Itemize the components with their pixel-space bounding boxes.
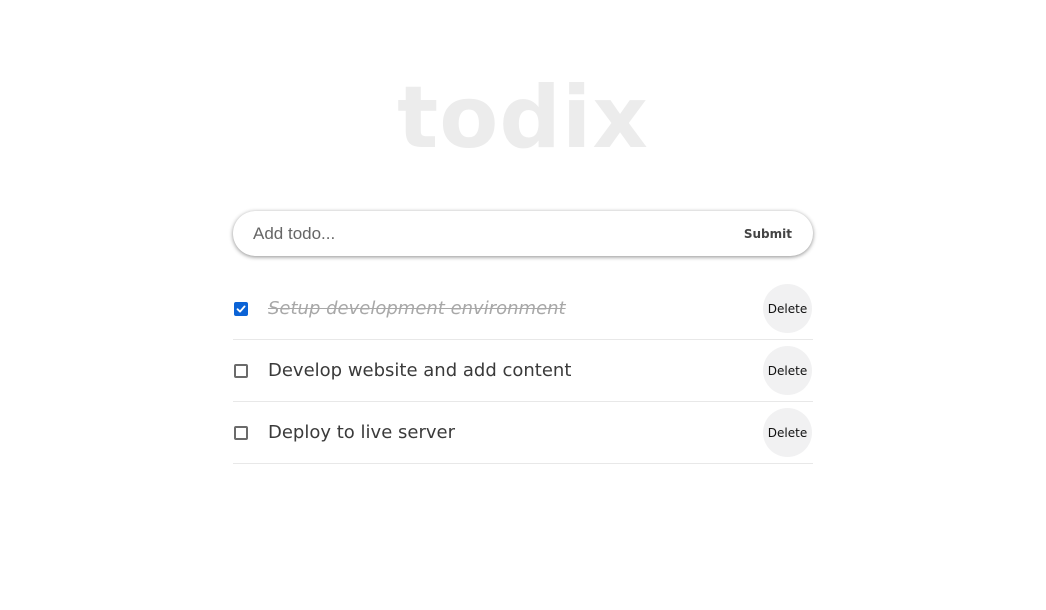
add-todo-form: Submit xyxy=(233,211,813,256)
todo-text: Setup development environment xyxy=(268,298,566,319)
todo-text: Deploy to live server xyxy=(268,422,455,443)
add-todo-input[interactable] xyxy=(233,211,732,256)
todo-item: Setup development environment Delete xyxy=(233,278,813,340)
todo-text: Develop website and add content xyxy=(268,360,572,381)
todo-app: todix Submit Setup development environme… xyxy=(0,0,1046,610)
delete-button[interactable]: Delete xyxy=(763,408,812,457)
todo-item: Develop website and add content Delete xyxy=(233,340,813,402)
delete-button[interactable]: Delete xyxy=(763,346,812,395)
todo-list: Setup development environment Delete Dev… xyxy=(233,278,813,464)
todo-item: Deploy to live server Delete xyxy=(233,402,813,464)
submit-button[interactable]: Submit xyxy=(732,211,813,256)
todo-checkbox[interactable] xyxy=(234,363,248,378)
todo-checkbox[interactable] xyxy=(234,425,248,440)
todo-checkbox[interactable] xyxy=(234,301,248,316)
check-icon xyxy=(236,305,246,312)
app-logo: todix xyxy=(397,68,649,168)
delete-button[interactable]: Delete xyxy=(763,284,812,333)
